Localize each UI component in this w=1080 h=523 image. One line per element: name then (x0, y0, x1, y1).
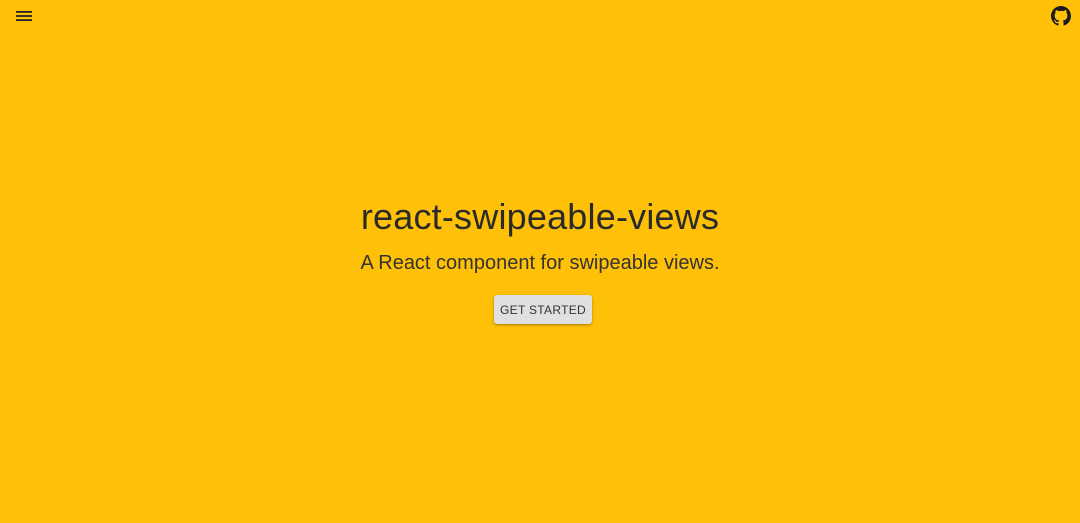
get-started-button[interactable]: GET STARTED (494, 295, 592, 324)
hero-section: react-swipeable-views A React component … (0, 0, 1080, 523)
page-subtitle: A React component for swipeable views. (360, 252, 720, 274)
page-title: react-swipeable-views (360, 196, 720, 237)
